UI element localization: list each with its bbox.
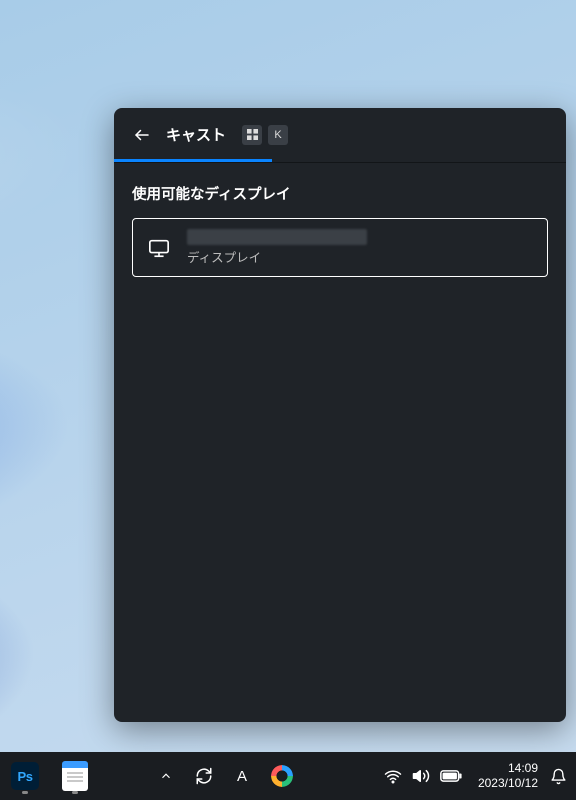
- bell-icon: [550, 768, 567, 785]
- win-key-badge: [242, 125, 262, 145]
- running-indicator: [72, 791, 78, 794]
- cast-header: キャスト K: [114, 108, 566, 159]
- taskbar-right: 14:09 2023/10/12: [376, 756, 576, 796]
- windows-logo-icon: [247, 129, 258, 140]
- sync-button[interactable]: [190, 756, 218, 796]
- copilot-button[interactable]: [266, 756, 298, 796]
- monitor-icon: [147, 236, 171, 260]
- running-indicator: [22, 791, 28, 794]
- display-name-redacted: [187, 229, 367, 245]
- back-button[interactable]: [132, 125, 152, 145]
- photoshop-icon: Ps: [11, 762, 39, 790]
- arrow-left-icon: [133, 126, 151, 144]
- shortcut-badges: K: [242, 125, 288, 145]
- taskbar-app-photoshop[interactable]: Ps: [4, 756, 46, 796]
- taskbar-pinned-apps: Ps: [0, 756, 96, 796]
- header-divider: [114, 162, 566, 163]
- k-key-badge: K: [268, 125, 288, 145]
- notifications-button[interactable]: [546, 756, 570, 796]
- taskbar-app-notepad[interactable]: [54, 756, 96, 796]
- chevron-up-icon: [159, 769, 173, 783]
- available-displays-section: 使用可能なディスプレイ ディスプレイ: [114, 163, 566, 277]
- section-label: 使用可能なディスプレイ: [132, 183, 548, 204]
- copilot-icon: [271, 765, 293, 787]
- ime-letter: A: [237, 768, 247, 785]
- cast-panel: キャスト K 使用可能なディスプレイ ディスプレイ: [114, 108, 566, 722]
- tray-overflow-button[interactable]: [152, 756, 180, 796]
- cast-title: キャスト: [166, 124, 226, 145]
- display-subtitle: ディスプレイ: [187, 247, 367, 266]
- system-tray[interactable]: [376, 763, 470, 789]
- battery-icon: [440, 769, 462, 783]
- taskbar-clock[interactable]: 14:09 2023/10/12: [474, 761, 542, 791]
- display-item[interactable]: ディスプレイ: [132, 218, 548, 277]
- taskbar: Ps A 14:09 2023/10/12: [0, 752, 576, 800]
- wifi-icon: [384, 767, 402, 785]
- ime-indicator[interactable]: A: [228, 756, 256, 796]
- notepad-icon: [62, 761, 88, 791]
- taskbar-tray-center: A: [152, 756, 298, 796]
- display-text: ディスプレイ: [187, 229, 367, 266]
- volume-icon: [412, 767, 430, 785]
- clock-time: 14:09: [478, 761, 538, 776]
- sync-icon: [195, 767, 213, 785]
- clock-date: 2023/10/12: [478, 776, 538, 791]
